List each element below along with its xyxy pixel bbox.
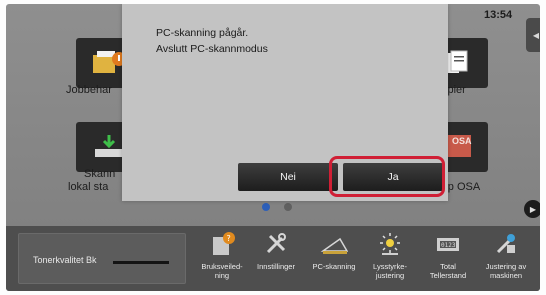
brightness-button[interactable]: Lysstyrke- justering [362,230,418,290]
bottom-bar: Tonerkvalitet Bk ? Bruksveiled- ning Inn… [6,226,540,291]
toner-label: Tonerkvalitet Bk [33,255,97,265]
pc-scan-button[interactable]: PC-skanning [306,230,362,290]
total-count-label: Total Tellerstand [429,262,467,280]
settings-button[interactable]: Innstillinger [248,230,304,290]
toner-status: Tonerkvalitet Bk [18,233,186,284]
total-count-button[interactable]: 0123 Total Tellerstand [420,230,476,290]
dialog-message-line1: PC-skanning pågår. [156,27,249,39]
svg-text:0123: 0123 [441,242,456,249]
user-guide-icon: ? [208,230,236,258]
page-dot-1[interactable] [262,203,270,211]
page-indicator [262,203,292,211]
pc-scan-dialog: PC-skanning pågår. Avslutt PC-skannmodus… [122,4,448,201]
brightness-label: Lysstyrke- justering [373,262,407,280]
clock: 13:54 [484,9,513,21]
svg-text:?: ? [227,234,231,243]
dialog-message: PC-skanning pågår. Avslutt PC-skannmodus [156,25,268,57]
wrench-screwdriver-icon [262,230,290,258]
dialog-message-line2: Avslutt PC-skannmodus [156,43,268,55]
side-panel-tab[interactable]: ◀ [526,18,540,52]
brightness-icon [376,230,404,258]
scan-local-label-line1: Skann [84,168,116,180]
device-frame: Jobbehar Kopier Skann lokal sta OSA arp [0,0,546,295]
toner-level-bar [113,261,169,264]
machine-adjust-button[interactable]: Justering av maskinen [478,230,534,290]
job-status-label: Jobbehar [66,84,112,96]
scan-local-label-line2: lokal sta [68,181,109,193]
pc-scan-label: PC-skanning [312,262,356,271]
user-guide-label: Bruksveiled- ning [201,262,243,280]
settings-label: Innstillinger [257,262,295,271]
counter-icon: 0123 [434,230,462,258]
side-tab-arrow-icon: ◀ [532,30,540,40]
no-button[interactable]: Nei [238,163,338,191]
yes-button-highlight [329,156,445,197]
next-page-button[interactable]: ▶ [524,200,540,218]
play-arrow-icon: ▶ [529,204,537,214]
osa-badge: OSA [452,136,472,146]
pc-scan-icon [320,230,348,258]
machine-adjust-label: Justering av maskinen [485,262,527,280]
page-dot-2[interactable] [284,203,292,211]
machine-adjust-icon [492,230,520,258]
user-guide-button[interactable]: ? Bruksveiled- ning [194,230,250,290]
touch-screen: Jobbehar Kopier Skann lokal sta OSA arp [6,4,540,291]
